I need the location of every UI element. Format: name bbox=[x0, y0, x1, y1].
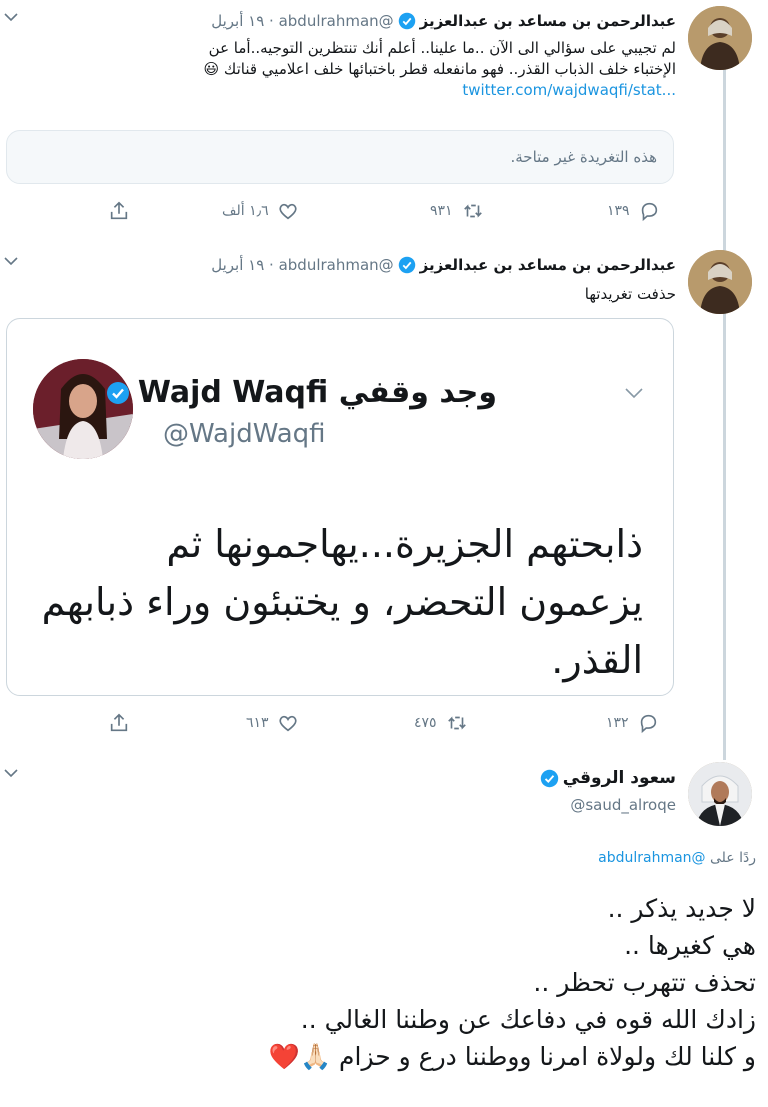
reply-icon bbox=[637, 712, 659, 734]
tweet-text-line: هي كغيرها .. bbox=[624, 931, 756, 960]
author-meta: @abdulrahman · ١٩ أبريل bbox=[211, 12, 394, 30]
chevron-down-icon bbox=[623, 385, 645, 405]
tweet-text: لم تجيبي على سؤالي الى الآن ..ما علينا..… bbox=[4, 38, 676, 101]
retweet-icon bbox=[445, 712, 469, 734]
share-icon bbox=[108, 200, 130, 222]
like-count: ١٫٦ ألف bbox=[222, 203, 269, 219]
tweet-text-line: الإختباء خلف الذباب القذر.. فهو مانفعله … bbox=[203, 60, 676, 78]
tweet-text-line: تحذف تتهرب تحظر .. bbox=[533, 968, 756, 997]
share-icon bbox=[108, 712, 130, 734]
reply-icon bbox=[638, 200, 660, 222]
chevron-down-icon[interactable] bbox=[2, 766, 20, 780]
author-name[interactable]: عبدالرحمن بن مساعد بن عبدالعزيز bbox=[420, 256, 676, 274]
chevron-down-icon[interactable] bbox=[2, 254, 20, 268]
embedded-tweet-text: ذابحتهم الجزيرة...يهاجمونها ثم يزعمون ال… bbox=[23, 515, 643, 689]
embedded-tweet-screenshot: وجد وقفي Wajd Waqfi @WajdWaqfi ذابحتهم ا… bbox=[7, 319, 673, 695]
tweet-text-line: لم تجيبي على سؤالي الى الآن ..ما علينا..… bbox=[208, 39, 676, 57]
author-name[interactable]: عبدالرحمن بن مساعد بن عبدالعزيز bbox=[420, 12, 676, 30]
retweet-count: ٩٣١ bbox=[430, 203, 453, 219]
avatar[interactable] bbox=[688, 762, 752, 826]
embedded-image-card[interactable]: وجد وقفي Wajd Waqfi @WajdWaqfi ذابحتهم ا… bbox=[6, 318, 674, 696]
author-name[interactable]: سعود الروقي bbox=[563, 768, 676, 788]
embedded-text-line: القذر. bbox=[551, 638, 643, 682]
avatar[interactable] bbox=[688, 6, 752, 70]
retweet-button[interactable]: ٩٣١ bbox=[430, 198, 485, 224]
retweet-button[interactable]: ٤٧٥ bbox=[414, 710, 469, 736]
tweet-header: عبدالرحمن بن مساعد بن عبدالعزيز @abdulra… bbox=[211, 254, 676, 276]
author-meta: @abdulrahman · ١٩ أبريل bbox=[211, 256, 394, 274]
embedded-name-text: وجد وقفي Wajd Waqfi bbox=[137, 375, 497, 410]
heart-icon bbox=[277, 712, 299, 734]
like-button[interactable]: ١٫٦ ألف bbox=[222, 198, 299, 224]
embedded-handle: @WajdWaqfi bbox=[163, 419, 326, 449]
tweet-text: حذفت تغريدتها bbox=[584, 285, 676, 303]
tweet-text-line: و كلنا لك ولولاة امرنا ووطننا درع و حزام… bbox=[268, 1042, 756, 1071]
verified-badge-icon bbox=[398, 256, 416, 274]
embedded-text-line: يزعمون التحضر، و يختبئون وراء ذبابهم bbox=[41, 580, 643, 624]
reply-count: ١٣٩ bbox=[607, 203, 630, 219]
verified-badge-icon bbox=[398, 12, 416, 30]
embedded-author-name: وجد وقفي Wajd Waqfi bbox=[106, 375, 497, 410]
unavailable-tweet-card: هذه التغريدة غير متاحة. bbox=[6, 130, 674, 184]
author-name-row: سعود الروقي bbox=[540, 768, 676, 788]
tweet-link[interactable]: twitter.com/wajdwaqfi/stat... bbox=[462, 81, 676, 99]
share-button[interactable] bbox=[108, 198, 130, 224]
author-handle[interactable]: @saud_alroqe bbox=[570, 796, 676, 814]
tweet-text-line: لا جديد يذكر .. bbox=[607, 894, 756, 923]
reply-count: ١٣٢ bbox=[606, 715, 629, 731]
replying-to: ردًا على @abdulrahman bbox=[598, 850, 756, 866]
tweet-text: لا جديد يذكر .. هي كغيرها .. تحذف تتهرب … bbox=[36, 890, 756, 1075]
retweet-icon bbox=[461, 200, 485, 222]
embedded-text-line: ذابحتهم الجزيرة...يهاجمونها ثم bbox=[166, 522, 643, 566]
reply-button[interactable]: ١٣٢ bbox=[606, 710, 659, 736]
share-button[interactable] bbox=[108, 710, 130, 736]
verified-badge-icon bbox=[540, 769, 559, 788]
reply-prefix: ردًا على bbox=[710, 850, 756, 866]
retweet-count: ٤٧٥ bbox=[414, 715, 437, 731]
tweet-actions: ١٫٦ ألف ٩٣١ ١٣٩ bbox=[100, 198, 680, 224]
verified-badge-icon bbox=[106, 381, 130, 405]
chevron-down-icon[interactable] bbox=[2, 10, 20, 24]
tweet-header: عبدالرحمن بن مساعد بن عبدالعزيز @abdulra… bbox=[211, 10, 676, 32]
avatar[interactable] bbox=[688, 250, 752, 314]
tweet-actions: ٦١٣ ٤٧٥ ١٣٢ bbox=[100, 710, 680, 736]
tweet-text-line: زادك الله قوه في دفاعك عن وطننا الغالي .… bbox=[300, 1005, 756, 1034]
like-count: ٦١٣ bbox=[246, 715, 269, 731]
thread-connector-line bbox=[723, 48, 726, 760]
reply-button[interactable]: ١٣٩ bbox=[607, 198, 660, 224]
reply-to-handle[interactable]: @abdulrahman bbox=[598, 850, 705, 866]
like-button[interactable]: ٦١٣ bbox=[246, 710, 299, 736]
heart-icon bbox=[277, 200, 299, 222]
unavailable-notice: هذه التغريدة غير متاحة. bbox=[510, 148, 658, 166]
